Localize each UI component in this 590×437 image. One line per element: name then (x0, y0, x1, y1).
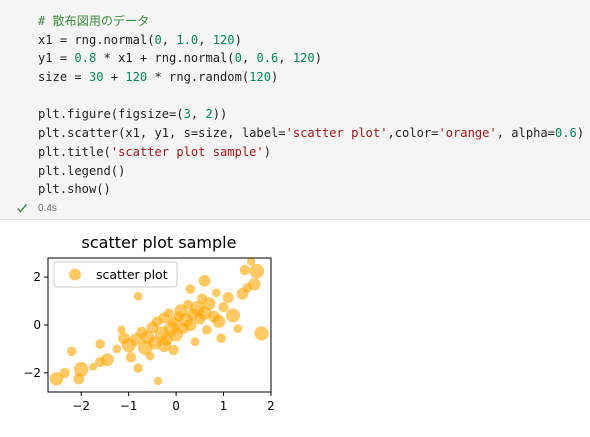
scatter-point (133, 291, 143, 301)
y-tick-label: 2 (33, 270, 41, 284)
code-line[interactable] (38, 87, 584, 106)
scatter-point (216, 333, 226, 343)
code-line[interactable]: y1 = 0.8 * x1 + rng.normal(0, 0.6, 120) (38, 49, 584, 68)
scatter-point (73, 361, 89, 377)
scatter-point (212, 314, 226, 328)
y-tick-label: 0 (33, 318, 41, 332)
legend-marker (69, 268, 81, 281)
code-line[interactable]: size = 30 + 120 * rng.random(120) (38, 68, 584, 87)
scatter-point (203, 297, 216, 310)
scatter-point (125, 352, 137, 363)
scatter-point (254, 326, 269, 341)
scatter-point (233, 324, 243, 333)
scatter-point (153, 377, 163, 386)
code-editor[interactable]: # 散布図用のデータ x1 = rng.normal(0, 1.0, 120) y1… (38, 12, 584, 199)
scatter-point (249, 263, 265, 279)
code-line[interactable]: # 散布図用のデータ (38, 12, 584, 31)
scatter-point (66, 346, 77, 357)
scatter-point (190, 337, 200, 347)
execution-status: 0.4s (16, 201, 57, 215)
scatter-point (185, 284, 196, 294)
x-tick-label: −2 (72, 399, 90, 413)
scatter-point (225, 308, 241, 323)
code-line[interactable]: plt.show() (38, 180, 584, 199)
execution-time: 0.4s (38, 202, 57, 214)
legend: scatter plot (53, 261, 178, 288)
scatter-point (248, 278, 261, 291)
code-line[interactable]: x1 = rng.normal(0, 1.0, 120) (38, 31, 584, 50)
code-line[interactable]: plt.title('scatter plot sample') (38, 143, 584, 162)
scatter-point (112, 344, 122, 354)
code-line[interactable]: plt.scatter(x1, y1, s=size, label='scatt… (38, 124, 584, 143)
scatter-point (157, 338, 171, 353)
scatter-point (100, 353, 114, 367)
check-icon (17, 204, 28, 213)
legend-label: scatter plot (96, 267, 168, 282)
scatter-point (133, 363, 143, 373)
scatter-point (218, 301, 229, 313)
x-tick-label: 1 (220, 399, 228, 413)
scatter-point (239, 264, 251, 276)
scatter-point (202, 325, 212, 335)
x-tick-label: 2 (267, 399, 275, 413)
scatter-point (198, 274, 211, 287)
scatter-chart: scatter plot sample −2 −1 0 1 2 −2 0 2 scatter … (23, 233, 275, 413)
x-tick-label: −1 (120, 399, 138, 413)
y-tick-label: −2 (23, 366, 41, 380)
scatter-point (95, 339, 105, 349)
scatter-point (164, 308, 174, 318)
code-line[interactable]: plt.figure(figsize=(3, 2)) (38, 105, 584, 124)
x-tick-label: 0 (172, 399, 180, 413)
code-line[interactable]: plt.legend() (38, 162, 584, 181)
scatter-point (145, 351, 155, 361)
scatter-plot-output: scatter plot sample −2 −1 0 1 2 −2 0 2 scatter … (0, 225, 300, 433)
chart-title: scatter plot sample (82, 233, 237, 252)
scatter-point (222, 291, 234, 304)
scatter-point (212, 288, 221, 298)
scatter-point (117, 325, 126, 334)
scatter-point (59, 367, 70, 379)
code-cell[interactable]: # 散布図用のデータ x1 = rng.normal(0, 1.0, 120) y1… (0, 0, 590, 220)
